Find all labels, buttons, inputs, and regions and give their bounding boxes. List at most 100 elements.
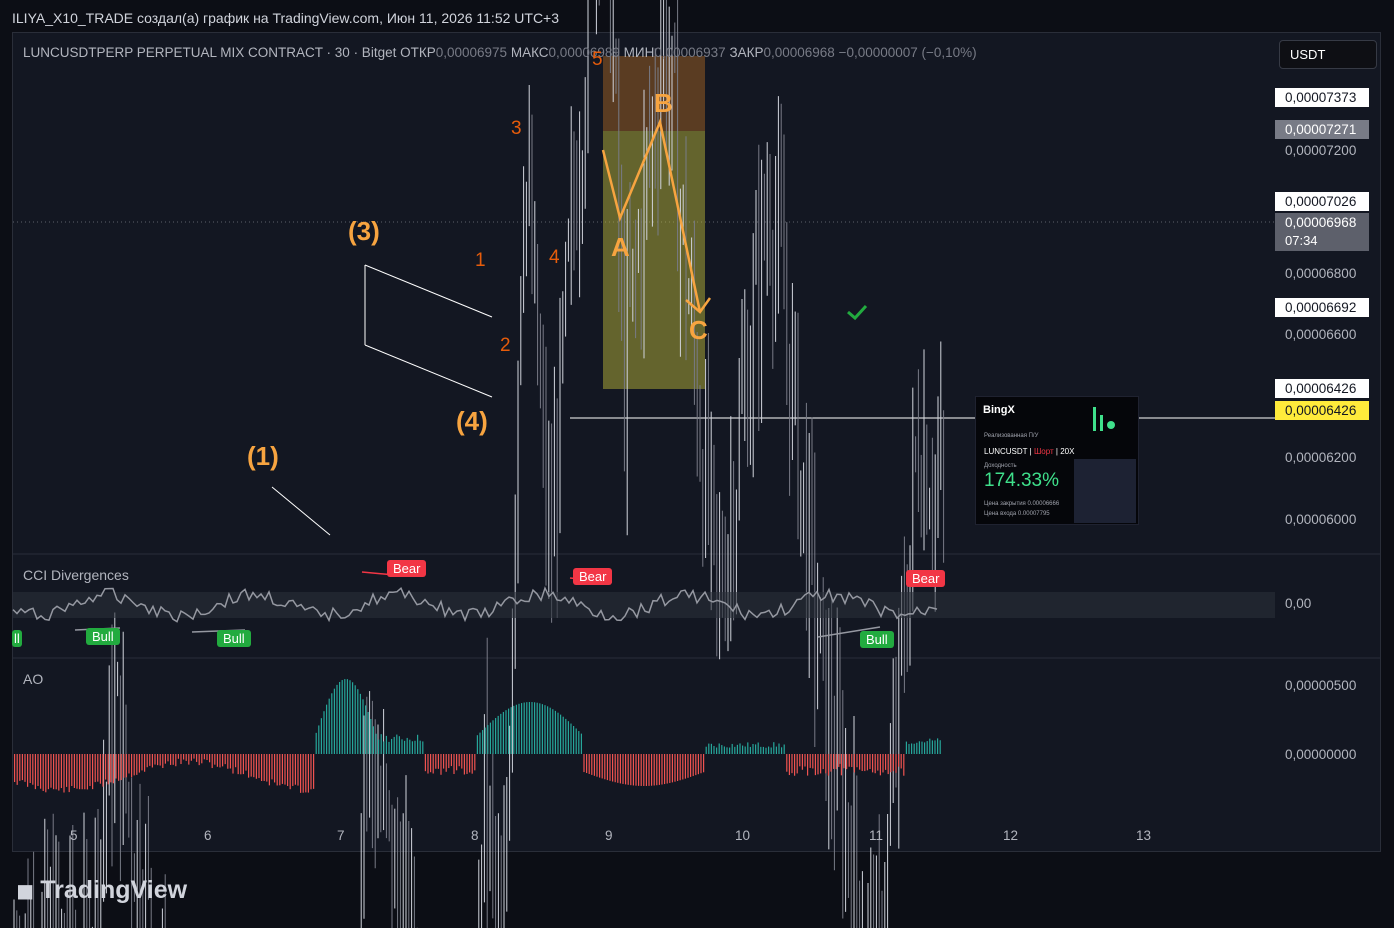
bingx-side: Шорт: [1033, 447, 1054, 456]
ao-bar: [653, 754, 655, 786]
ao-bar: [37, 754, 39, 786]
bingx-close-price: Цена закрытия 0.00006666: [984, 501, 1060, 507]
ao-bar: [92, 754, 94, 790]
price-tag-level-4: 0,00006426: [1275, 379, 1369, 398]
ao-bar: [284, 754, 286, 785]
tradingview-logo[interactable]: ◼ TradingView: [16, 876, 187, 905]
time-axis-label: 6: [204, 828, 212, 843]
ao-bar: [716, 747, 718, 754]
ao-bar: [375, 733, 377, 754]
legend-close-value: 0,00006968: [763, 45, 835, 60]
cci-pane-title[interactable]: CCI Divergences: [23, 567, 129, 583]
ao-bar: [141, 754, 143, 771]
ao-bar: [53, 754, 55, 790]
ao-bar: [768, 746, 770, 754]
ao-bar: [271, 754, 273, 780]
ao-bar: [209, 754, 211, 763]
ao-bar: [599, 754, 601, 778]
price-axis-label: 0,00006800: [1285, 266, 1357, 281]
wave-label-minor-2: 2: [500, 335, 511, 356]
ao-bar: [34, 754, 36, 790]
ao-bar: [258, 754, 260, 779]
ao-bar: [760, 746, 762, 754]
ao-bar: [648, 754, 650, 786]
ao-bar: [211, 754, 213, 769]
last-price-value: 0,00006968: [1285, 215, 1357, 230]
ao-bar: [651, 754, 653, 786]
ao-bar: [853, 754, 855, 773]
bingx-logo-mark: [1100, 415, 1103, 431]
ao-bar: [749, 746, 751, 754]
currency-selector-button[interactable]: USDT: [1279, 40, 1377, 69]
ao-bar: [526, 702, 528, 754]
ao-bar: [755, 744, 757, 754]
cci-bear-label: Bear: [573, 568, 613, 585]
ao-bar: [219, 754, 221, 768]
tradingview-logo-text: TradingView: [40, 876, 188, 904]
ao-bar: [619, 754, 621, 784]
legend-low-value: 0,00006937: [654, 45, 726, 60]
ao-bar: [804, 754, 806, 767]
ao-bar: [287, 754, 289, 787]
time-axis-label: 12: [1003, 828, 1019, 843]
ao-bar: [102, 754, 104, 787]
ao-bar: [765, 747, 767, 754]
ao-bar: [612, 754, 614, 782]
bingx-pnl-card: BingX Реализованная П/У LUNCUSDT | Шорт …: [975, 396, 1139, 525]
ao-bar: [531, 702, 533, 754]
ao-bar: [879, 754, 881, 776]
ao-bar: [931, 740, 933, 754]
ao-bar: [396, 734, 398, 754]
ao-bar: [515, 704, 517, 754]
ao-bar: [232, 754, 234, 774]
ao-bar: [393, 736, 395, 754]
time-axis-label: 9: [605, 828, 613, 843]
ao-bar: [601, 754, 603, 779]
ao-bar: [240, 754, 242, 775]
legend-low-label: МИН: [623, 45, 655, 60]
ao-bar: [874, 754, 876, 774]
ao-bar: [905, 741, 907, 754]
ao-bar: [105, 754, 107, 780]
ao-bar: [27, 754, 29, 787]
ao-bar: [479, 732, 481, 754]
ao-bar: [362, 699, 364, 754]
ao-bar: [201, 754, 203, 764]
chart-canvas[interactable]: [0, 0, 1394, 928]
ao-bar: [742, 745, 744, 754]
ao-pane-title[interactable]: AO: [23, 671, 43, 687]
ao-bar: [770, 747, 772, 754]
ao-bar: [315, 732, 317, 754]
wave-label-minor-3: 3: [511, 118, 522, 139]
ao-bar: [120, 754, 122, 781]
ao-bar: [76, 754, 78, 789]
ao-bar: [495, 718, 497, 754]
cci-bull-label: ll: [12, 630, 22, 647]
ao-bar: [406, 737, 408, 754]
ao-bar: [918, 741, 920, 754]
bar-countdown: 07:34: [1285, 233, 1318, 248]
ao-bar: [536, 702, 538, 754]
ao-bar: [773, 742, 775, 754]
ao-bar: [752, 744, 754, 754]
price-tag-level-3: 0,00006692: [1275, 298, 1369, 317]
ao-bar: [882, 754, 884, 773]
ao-bar: [463, 754, 465, 775]
wave-label-major-4: (4): [456, 406, 488, 436]
ao-bar: [352, 682, 354, 754]
ao-bar: [791, 754, 793, 774]
ao-bar: [708, 743, 710, 754]
ao-bar: [21, 754, 23, 781]
ao-bar: [690, 754, 692, 777]
ao-bar: [378, 739, 380, 754]
ao-bar: [822, 754, 824, 770]
ao-bar: [58, 754, 60, 791]
ao-bar: [575, 728, 577, 754]
bingx-yield-label: Доходность: [984, 463, 1017, 469]
ao-bar: [398, 736, 400, 754]
ao-bar: [890, 754, 892, 773]
ao-bar: [456, 754, 458, 771]
ao-bar: [170, 754, 172, 765]
ao-bar: [235, 754, 237, 768]
wave-label-minor-1: 1: [475, 250, 486, 271]
